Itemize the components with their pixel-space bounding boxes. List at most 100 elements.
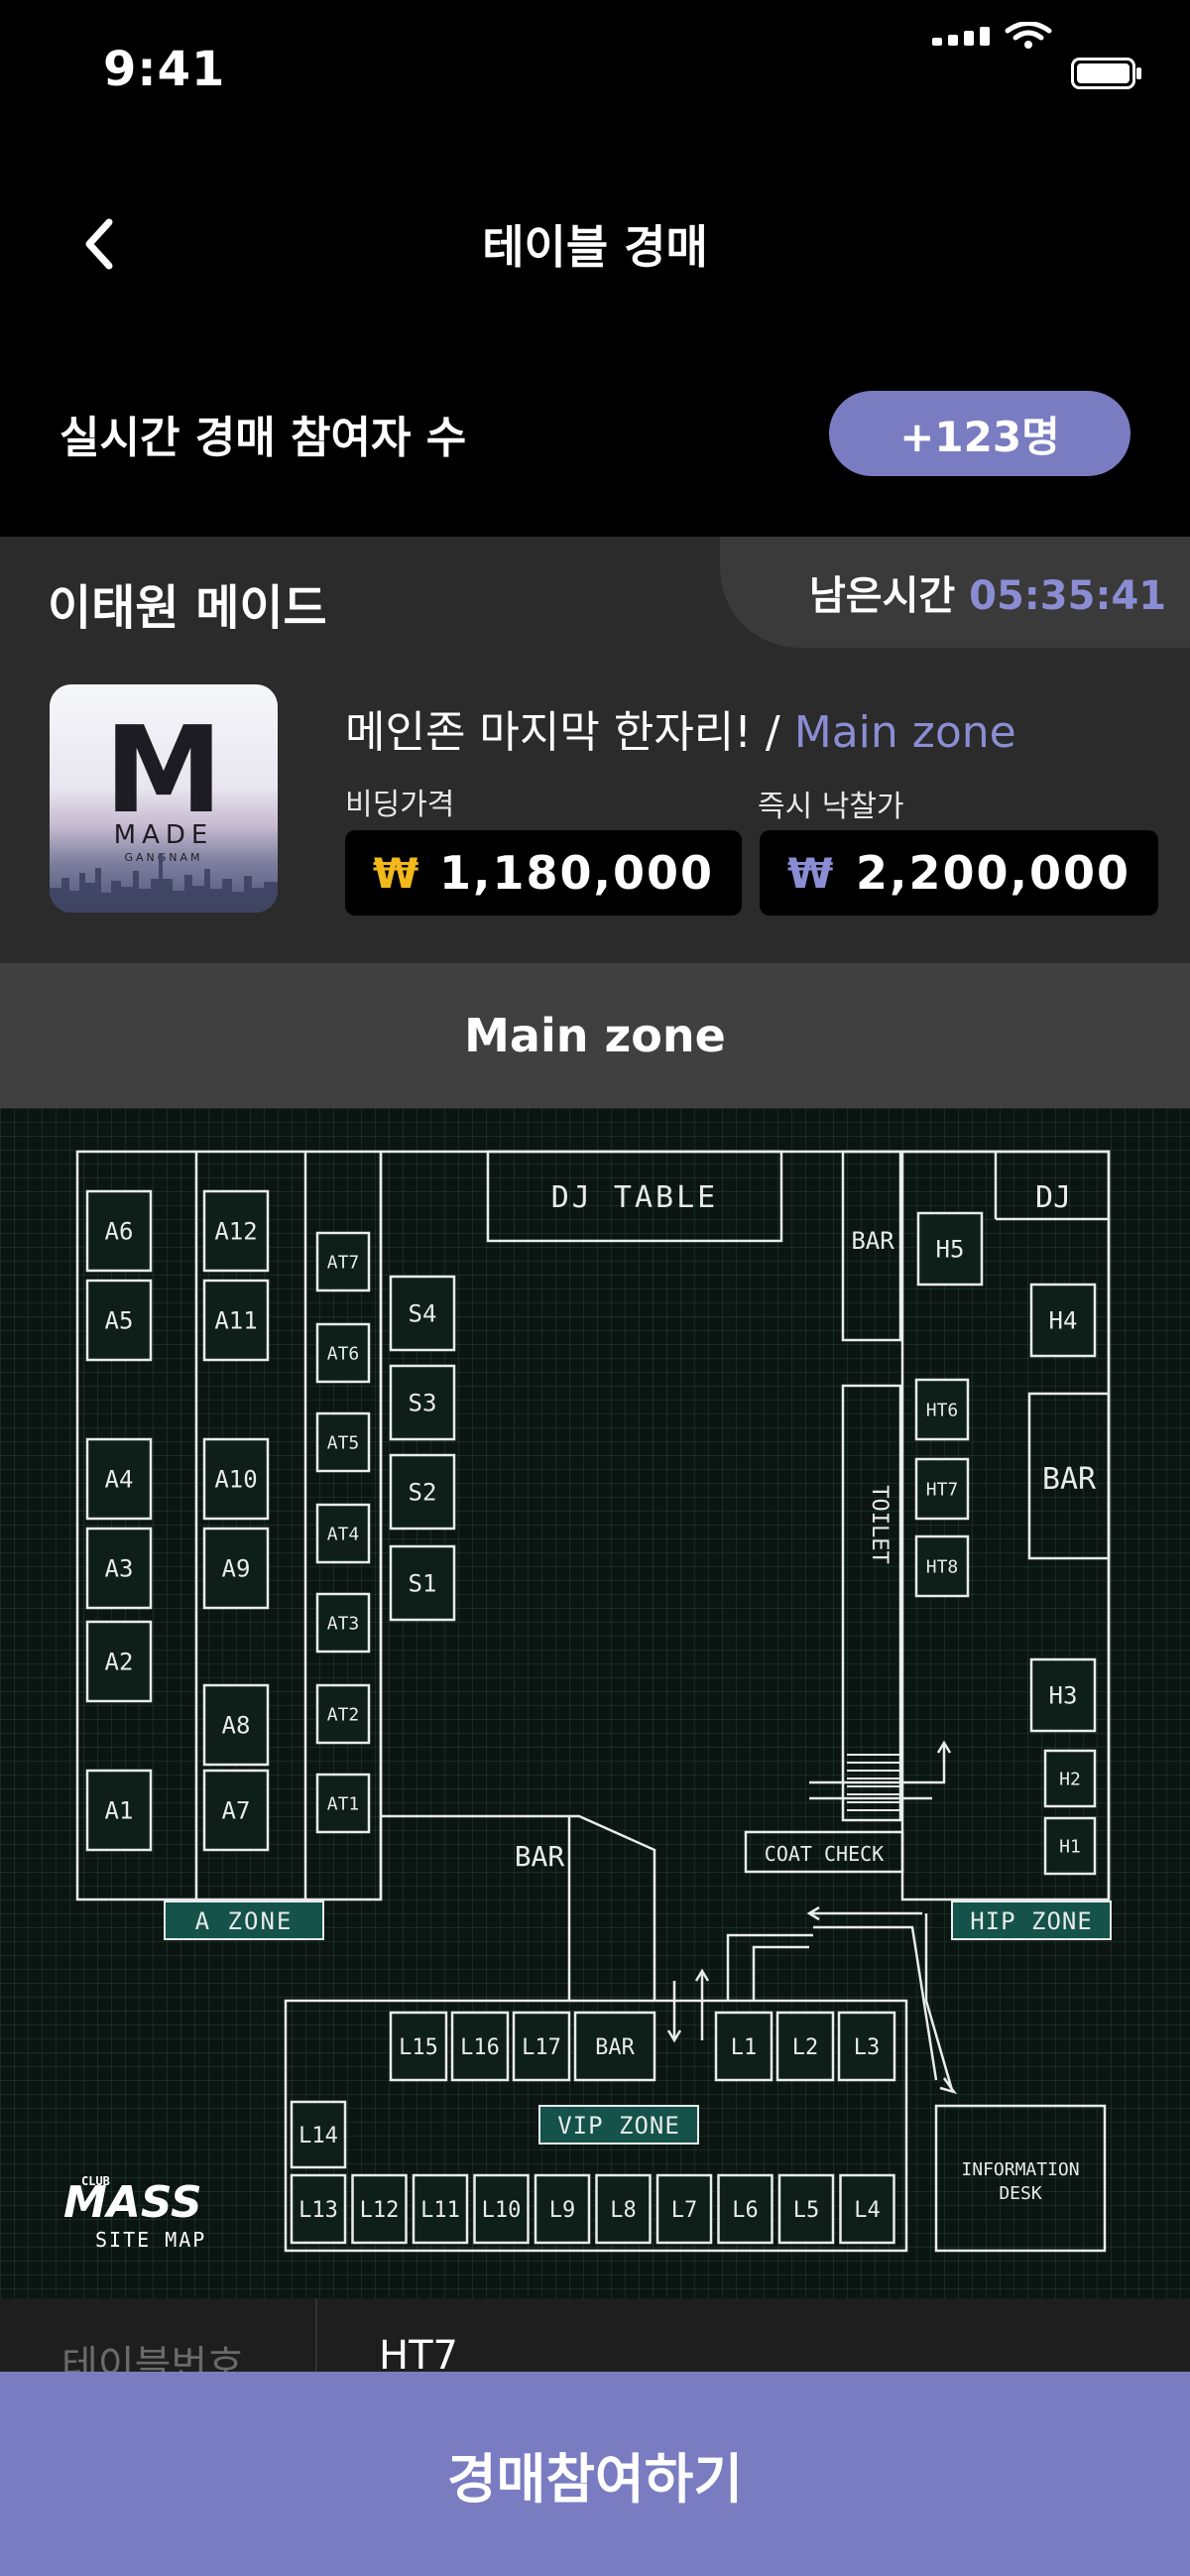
seat-label: L14 bbox=[298, 2124, 338, 2148]
seat-at6[interactable]: AT6 bbox=[315, 1322, 371, 1384]
venue-name: 이태원 메이드 bbox=[48, 580, 327, 636]
seat-label: L4 bbox=[854, 2198, 881, 2223]
seat-s4[interactable]: S4 bbox=[389, 1275, 456, 1352]
seat-label: H4 bbox=[1049, 1307, 1078, 1335]
seat-at5[interactable]: AT5 bbox=[315, 1411, 371, 1473]
seat-label: L11 bbox=[420, 2198, 460, 2223]
seat-l17[interactable]: L17 bbox=[512, 2011, 571, 2082]
seat-a10[interactable]: A10 bbox=[202, 1437, 270, 1521]
seat-label: AT3 bbox=[327, 1613, 360, 1634]
join-auction-button[interactable]: 경매참여하기 bbox=[0, 2372, 1190, 2576]
seat-label: AT4 bbox=[327, 1524, 360, 1544]
seat-l10[interactable]: L10 bbox=[473, 2173, 530, 2245]
seat-label: A5 bbox=[105, 1307, 134, 1335]
seat-at4[interactable]: AT4 bbox=[315, 1503, 371, 1564]
seat-h2[interactable]: H2 bbox=[1043, 1749, 1097, 1808]
seat-l1[interactable]: L1 bbox=[714, 2011, 774, 2082]
seat-a6[interactable]: A6 bbox=[85, 1189, 153, 1273]
seat-ht8[interactable]: HT8 bbox=[914, 1534, 970, 1598]
seat-s2[interactable]: S2 bbox=[389, 1453, 456, 1531]
bidding-price-label: 비딩가격 bbox=[345, 788, 455, 822]
seat-label: A7 bbox=[222, 1797, 251, 1825]
seat-label: AT2 bbox=[327, 1704, 360, 1725]
seat-label: L8 bbox=[610, 2198, 637, 2223]
brand-sub: SITE MAP bbox=[95, 2228, 206, 2252]
bar-label: BAR bbox=[851, 1227, 894, 1255]
seat-label: L2 bbox=[792, 2035, 819, 2060]
won-icon: ₩ bbox=[373, 848, 419, 898]
divider bbox=[315, 2298, 317, 2378]
seat-label: L3 bbox=[854, 2035, 881, 2060]
seat-l12[interactable]: L12 bbox=[351, 2173, 408, 2245]
info-desk-label: INFORMATION bbox=[961, 2159, 1079, 2180]
seat-l2[interactable]: L2 bbox=[775, 2011, 835, 2082]
seat-at7[interactable]: AT7 bbox=[315, 1231, 371, 1292]
seat-bar[interactable]: BAR bbox=[573, 2011, 656, 2082]
seat-label: L17 bbox=[522, 2035, 561, 2060]
seat-label: S1 bbox=[409, 1570, 437, 1598]
seat-a3[interactable]: A3 bbox=[85, 1527, 153, 1610]
seat-l6[interactable]: L6 bbox=[717, 2173, 774, 2245]
zone-header: Main zone bbox=[0, 963, 1190, 1108]
logo-sub: GANGNAM bbox=[124, 851, 202, 864]
seat-a5[interactable]: A5 bbox=[85, 1279, 153, 1362]
seat-label: H1 bbox=[1059, 1836, 1081, 1857]
status-time: 9:41 bbox=[103, 42, 226, 97]
seat-at3[interactable]: AT3 bbox=[315, 1592, 371, 1654]
seat-label: AT7 bbox=[327, 1252, 360, 1273]
seat-h3[interactable]: H3 bbox=[1029, 1657, 1097, 1733]
seat-at2[interactable]: AT2 bbox=[315, 1683, 371, 1745]
seat-a9[interactable]: A9 bbox=[202, 1527, 270, 1610]
seat-l11[interactable]: L11 bbox=[412, 2173, 469, 2245]
seat-ht7[interactable]: HT7 bbox=[914, 1457, 970, 1521]
mass-logo: CLUB MASS SITE MAP bbox=[63, 2174, 206, 2252]
coat-check-label: COAT CHECK bbox=[765, 1842, 884, 1866]
seat-h5[interactable]: H5 bbox=[916, 1211, 984, 1287]
seat-a8[interactable]: A8 bbox=[202, 1683, 270, 1767]
seat-label: A2 bbox=[105, 1649, 134, 1676]
seat-label: L10 bbox=[482, 2198, 522, 2223]
seat-l14[interactable]: L14 bbox=[290, 2100, 347, 2169]
remaining-time-label: 남은시간 bbox=[809, 573, 956, 619]
seat-label: A11 bbox=[214, 1307, 257, 1335]
dj-label: DJ bbox=[1035, 1180, 1071, 1215]
seat-label: A3 bbox=[105, 1555, 134, 1583]
seat-l4[interactable]: L4 bbox=[839, 2173, 895, 2245]
seat-l5[interactable]: L5 bbox=[777, 2173, 835, 2245]
seat-l16[interactable]: L16 bbox=[450, 2011, 510, 2082]
seat-l7[interactable]: L7 bbox=[655, 2173, 713, 2245]
seat-l9[interactable]: L9 bbox=[534, 2173, 591, 2245]
seat-h1[interactable]: H1 bbox=[1043, 1816, 1097, 1876]
seat-label: L12 bbox=[360, 2198, 400, 2223]
seat-a4[interactable]: A4 bbox=[85, 1437, 153, 1521]
seat-l3[interactable]: L3 bbox=[837, 2011, 896, 2082]
instant-price-label: 즉시 낙찰가 bbox=[758, 790, 904, 824]
seat-s3[interactable]: S3 bbox=[389, 1364, 456, 1441]
seat-label: H5 bbox=[936, 1236, 965, 1264]
seat-a12[interactable]: A12 bbox=[202, 1189, 270, 1273]
seat-l13[interactable]: L13 bbox=[290, 2173, 347, 2245]
seat-l8[interactable]: L8 bbox=[595, 2173, 652, 2245]
seat-ht6[interactable]: HT6 bbox=[914, 1378, 970, 1441]
seat-label: AT1 bbox=[327, 1793, 360, 1814]
seat-a11[interactable]: A11 bbox=[202, 1279, 270, 1362]
battery-icon bbox=[1071, 58, 1141, 89]
product-title-text: 메인존 마지막 한자리! / bbox=[345, 707, 794, 758]
seat-h4[interactable]: H4 bbox=[1029, 1283, 1097, 1358]
participants-label: 실시간 경매 참여자 수 bbox=[60, 413, 467, 463]
seat-at1[interactable]: AT1 bbox=[315, 1773, 371, 1834]
seat-a7[interactable]: A7 bbox=[202, 1769, 270, 1852]
seat-a2[interactable]: A2 bbox=[85, 1620, 153, 1703]
seat-label: H3 bbox=[1049, 1682, 1078, 1710]
vip-zone-label: VIP ZONE bbox=[557, 2112, 680, 2140]
seat-label: L7 bbox=[671, 2198, 698, 2223]
seat-a1[interactable]: A1 bbox=[85, 1769, 153, 1852]
seat-label: L16 bbox=[460, 2035, 500, 2060]
brand-name: MASS bbox=[63, 2177, 202, 2228]
seat-s1[interactable]: S1 bbox=[389, 1544, 456, 1622]
seat-l15[interactable]: L15 bbox=[389, 2011, 448, 2082]
bar-label: BAR bbox=[515, 1840, 565, 1873]
instant-price-box: ₩ 2,200,000 bbox=[760, 830, 1158, 916]
product-zone: Main zone bbox=[793, 707, 1016, 758]
venue-thumbnail: M MADE GANGNAM bbox=[50, 684, 278, 913]
